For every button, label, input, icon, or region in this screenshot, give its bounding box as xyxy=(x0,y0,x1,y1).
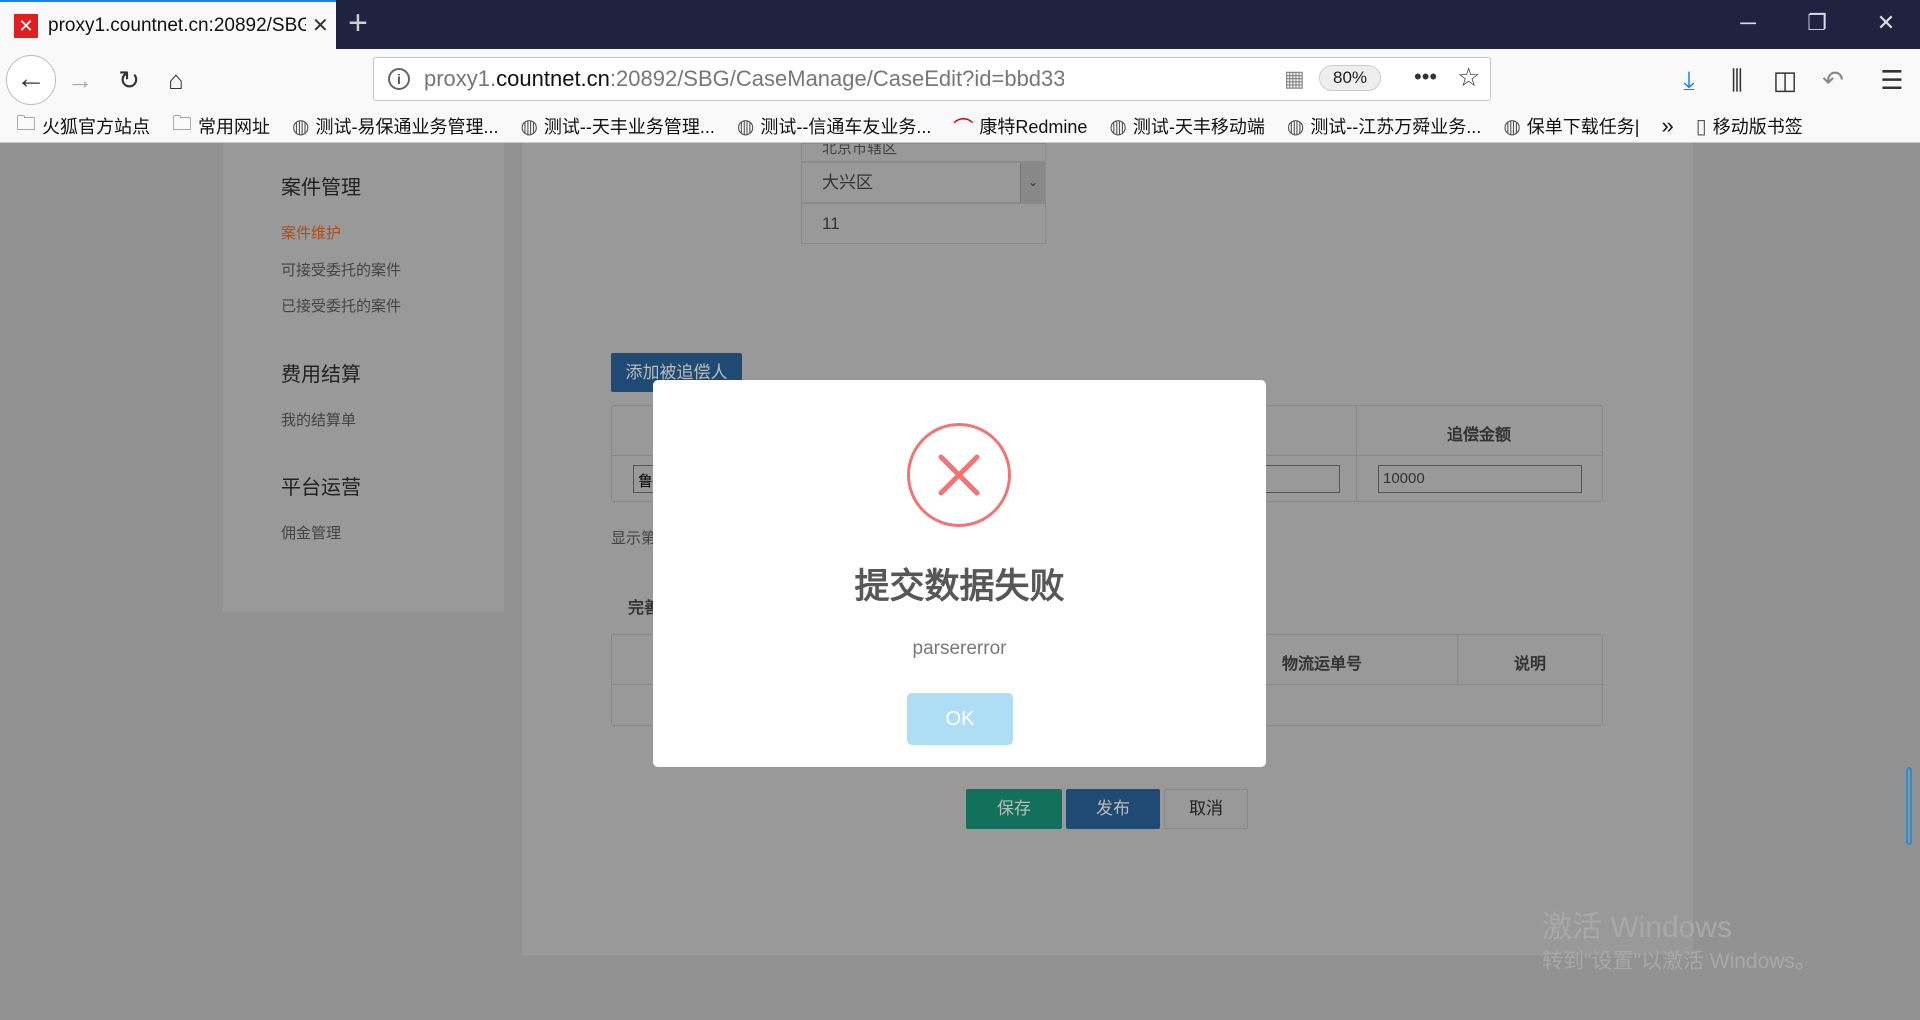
bookmark-item[interactable]: ◍ 测试--信通车友业务... xyxy=(737,113,931,139)
save-button[interactable]: 保存 xyxy=(966,789,1062,829)
error-dialog: 提交数据失败 parsererror OK xyxy=(653,380,1266,767)
more-bookmarks-icon[interactable]: » xyxy=(1661,113,1673,139)
folder-icon: 🗀 xyxy=(16,113,36,135)
url-domain: countnet.cn xyxy=(496,66,610,91)
city-select[interactable]: 北京市辖区 xyxy=(801,143,1046,162)
minimize-button[interactable]: ─ xyxy=(1728,10,1768,36)
column-header-note: 说明 xyxy=(1513,656,1546,673)
zoom-level[interactable]: 80% xyxy=(1319,65,1381,91)
bookmark-item[interactable]: ⌒ 康特Redmine xyxy=(953,112,1087,141)
publish-button[interactable]: 发布 xyxy=(1066,789,1160,829)
restore-button[interactable]: ❐ xyxy=(1797,10,1837,36)
watermark-title: 激活 Windows xyxy=(1542,911,1733,944)
more-actions-icon[interactable]: ••• xyxy=(1414,64,1437,90)
amount-input[interactable]: 10000 xyxy=(1378,465,1582,493)
back-button[interactable]: ← xyxy=(6,55,56,105)
sidebar-item-my-settlements[interactable]: 我的结算单 xyxy=(281,409,356,430)
info-icon[interactable]: i xyxy=(388,68,410,90)
error-x-icon xyxy=(907,423,1011,527)
sidebar-section-title: 平台运营 xyxy=(281,477,361,499)
globe-icon: ◍ xyxy=(736,115,755,138)
tab-title: proxy1.countnet.cn:20892/SBG/CaseManage/… xyxy=(48,14,306,36)
sidebar-item-accepted-cases[interactable]: 已接受委托的案件 xyxy=(281,295,401,316)
district-select[interactable]: 大兴区 ⌄ xyxy=(801,162,1046,203)
nav-bar: ← → ↻ ⌂ i proxy1.countnet.cn:20892/SBG/C… xyxy=(0,49,1920,110)
new-tab-button[interactable]: + xyxy=(348,4,368,43)
folder-icon: 🗀 xyxy=(172,113,192,135)
url-bar[interactable]: i proxy1.countnet.cn:20892/SBG/CaseManag… xyxy=(373,57,1491,101)
bookmark-label: 测试--江苏万舜业务... xyxy=(1310,117,1482,137)
globe-icon: ◍ xyxy=(1286,115,1305,138)
scroll-indicator[interactable] xyxy=(1906,767,1912,845)
bookmark-star-icon[interactable]: ☆ xyxy=(1457,62,1480,93)
sidebar-item-case-maintain[interactable]: 案件维护 xyxy=(281,222,341,243)
browser-tab[interactable]: ✕ proxy1.countnet.cn:20892/SBG/CaseManag… xyxy=(0,0,336,49)
bookmark-label: 测试-易保通业务管理... xyxy=(315,117,499,137)
sidebar: 案件管理 案件维护 可接受委托的案件 已接受委托的案件 费用结算 我的结算单 平… xyxy=(223,143,504,612)
tab-bar: ✕ proxy1.countnet.cn:20892/SBG/CaseManag… xyxy=(0,0,1920,49)
bookmark-label: 保单下载任务| xyxy=(1526,117,1640,137)
ok-button[interactable]: OK xyxy=(907,693,1013,745)
qr-code-icon[interactable]: ▦ xyxy=(1284,66,1305,92)
redmine-icon: ⌒ xyxy=(953,117,974,140)
sidebar-item-acceptable-cases[interactable]: 可接受委托的案件 xyxy=(281,259,401,280)
bookmark-label: 测试--天丰业务管理... xyxy=(543,117,715,137)
sidebar-section-title: 案件管理 xyxy=(281,177,361,199)
bookmark-item[interactable]: ◍ 测试-天丰移动端 xyxy=(1109,113,1264,139)
undo-icon[interactable]: ↶ xyxy=(1814,61,1852,99)
mobile-bookmarks[interactable]: ▯ 移动版书签 xyxy=(1696,113,1803,139)
watermark-subtitle: 转到"设置"以激活 Windows。 xyxy=(1542,950,1816,973)
bookmark-item[interactable]: 🗀 常用网址 xyxy=(172,109,270,143)
site-favicon-icon: ✕ xyxy=(14,13,38,38)
bookmark-label: 火狐官方站点 xyxy=(42,117,150,137)
bookmark-label: 测试--信通车友业务... xyxy=(760,117,932,137)
globe-icon: ◍ xyxy=(1109,115,1127,138)
cancel-button[interactable]: 取消 xyxy=(1164,789,1248,829)
bookmark-label: 常用网址 xyxy=(198,117,270,137)
library-icon[interactable]: ⫼ xyxy=(1718,61,1756,99)
close-tab-icon[interactable]: ✕ xyxy=(312,13,329,38)
bookmark-item[interactable]: ◍ 测试-易保通业务管理... xyxy=(292,113,498,139)
bookmark-label: 移动版书签 xyxy=(1712,117,1803,137)
forward-button[interactable]: → xyxy=(61,61,99,99)
bookmark-item[interactable]: ◍ 保单下载任务| xyxy=(1503,113,1639,139)
sidebar-icon[interactable]: ◫ xyxy=(1766,61,1804,99)
address-input[interactable]: 11 xyxy=(801,203,1046,244)
url-prefix: proxy1. xyxy=(424,66,497,91)
reload-button[interactable]: ↻ xyxy=(110,61,148,99)
dialog-title: 提交数据失败 xyxy=(854,567,1065,606)
bookmark-item[interactable]: ◍ 测试--天丰业务管理... xyxy=(520,113,714,139)
globe-icon: ◍ xyxy=(1503,115,1521,138)
sidebar-section-title: 费用结算 xyxy=(281,364,361,386)
bookmark-label: 康特Redmine xyxy=(979,117,1088,137)
district-value: 大兴区 xyxy=(822,173,873,192)
globe-icon: ◍ xyxy=(292,115,310,138)
download-icon[interactable]: ⤓ xyxy=(1670,61,1708,99)
chevron-down-icon[interactable]: ⌄ xyxy=(1020,163,1045,202)
globe-icon: ◍ xyxy=(520,115,538,138)
url-path: :20892/SBG/CaseManage/CaseEdit?id=bbd330… xyxy=(609,66,1064,91)
home-button[interactable]: ⌂ xyxy=(157,61,195,99)
sidebar-item-commission[interactable]: 佣金管理 xyxy=(281,522,341,543)
bookmark-label: 测试-天丰移动端 xyxy=(1132,117,1265,137)
bookmark-item[interactable]: ◍ 测试--江苏万舜业务... xyxy=(1287,113,1481,139)
show-label: 显示第 xyxy=(611,530,657,547)
dialog-message: parsererror xyxy=(912,638,1007,659)
menu-icon[interactable]: ☰ xyxy=(1873,61,1911,99)
phone-icon: ▯ xyxy=(1695,115,1707,138)
column-header-amount: 追偿金额 xyxy=(1446,427,1511,444)
close-window-button[interactable]: ✕ xyxy=(1866,10,1906,36)
bookmarks-toolbar: 🗀 火狐官方站点 🗀 常用网址 ◍ 测试-易保通业务管理... ◍ 测试--天丰业务管理… xyxy=(0,110,1920,143)
bookmark-item[interactable]: 🗀 火狐官方站点 xyxy=(16,109,150,143)
